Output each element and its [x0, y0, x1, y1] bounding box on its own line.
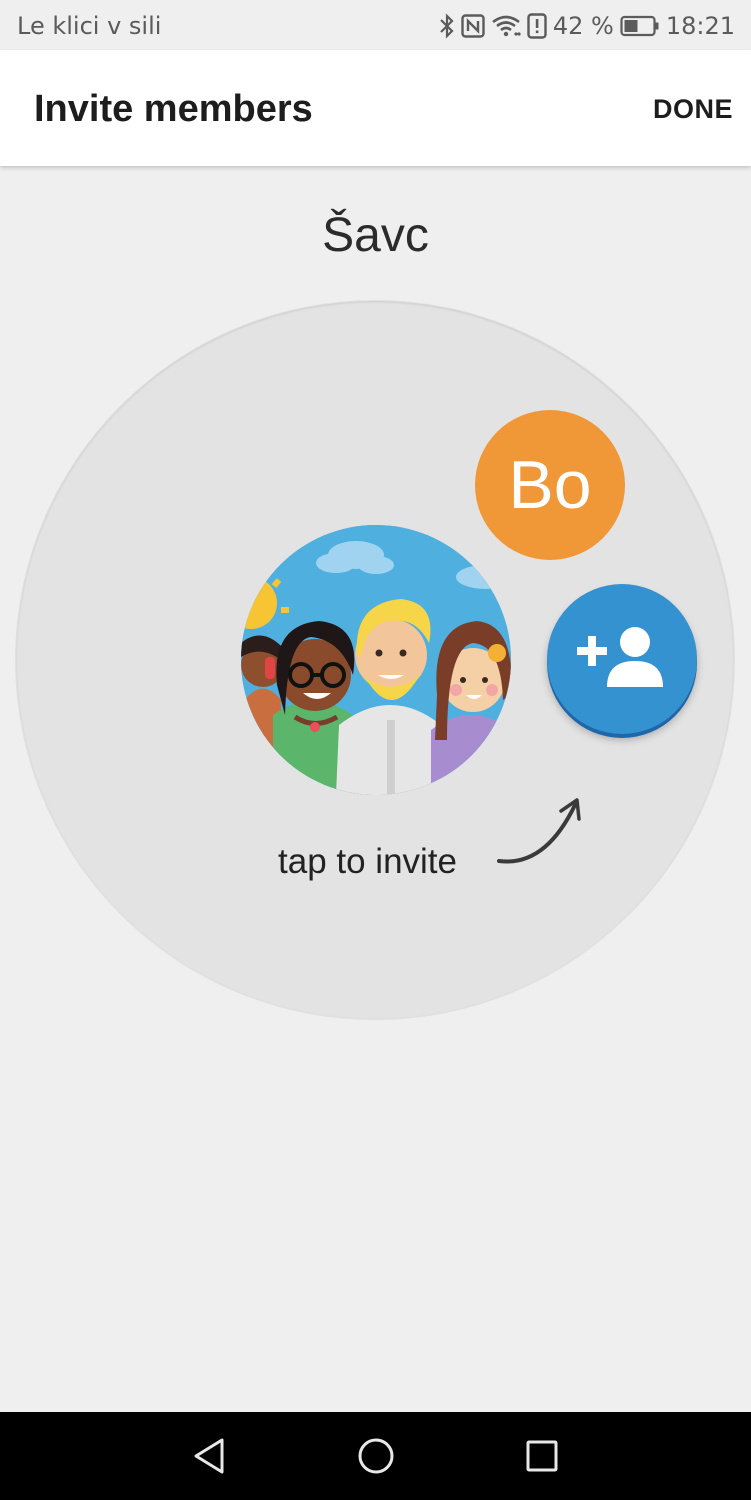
status-bar: Le klici v sili 42 % 18:21	[0, 0, 751, 50]
battery-icon	[620, 15, 660, 37]
group-name: Šavc	[322, 209, 429, 262]
home-icon[interactable]	[354, 1434, 398, 1478]
app-bar: Invite members DONE	[0, 50, 751, 166]
tap-to-invite-label: tap to invite	[278, 842, 457, 881]
battery-label: 42 %	[552, 12, 614, 40]
alert-icon	[527, 13, 547, 39]
status-icons: 42 % 18:21	[439, 10, 735, 42]
member-avatar-bo[interactable]: Bo	[475, 410, 625, 560]
done-button[interactable]: DONE	[653, 94, 733, 125]
wifi-icon	[491, 14, 521, 38]
people-illustration	[241, 525, 511, 795]
clock: 18:21	[665, 12, 735, 40]
nfc-icon	[461, 14, 485, 38]
curved-arrow-icon	[495, 795, 585, 875]
invite-member-button[interactable]	[547, 584, 697, 734]
recents-icon[interactable]	[520, 1434, 564, 1478]
back-icon[interactable]	[188, 1434, 232, 1478]
bluetooth-icon	[439, 13, 455, 39]
system-nav-bar	[0, 1412, 751, 1500]
person-add-icon	[577, 625, 667, 694]
carrier-label: Le klici v sili	[17, 12, 162, 40]
page-title: Invite members	[34, 88, 313, 130]
